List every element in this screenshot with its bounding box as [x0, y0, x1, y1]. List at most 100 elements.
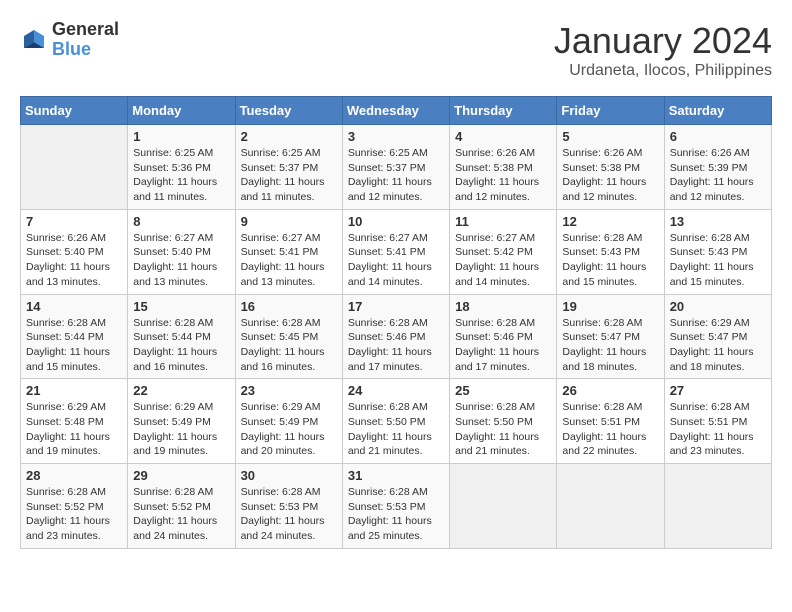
logo-icon	[20, 26, 48, 54]
day-info: Sunrise: 6:25 AMSunset: 5:37 PMDaylight:…	[348, 146, 444, 205]
weekday-header-friday: Friday	[557, 97, 664, 125]
calendar-cell: 20Sunrise: 6:29 AMSunset: 5:47 PMDayligh…	[664, 294, 771, 379]
day-number: 17	[348, 299, 444, 314]
weekday-header-row: SundayMondayTuesdayWednesdayThursdayFrid…	[21, 97, 772, 125]
calendar-cell: 9 Sunrise: 6:27 AMSunset: 5:41 PMDaylight…	[235, 209, 342, 294]
page-header: General Blue January 2024 Urdaneta, Iloc…	[20, 20, 772, 80]
calendar-cell: 28 Sunrise: 6:28 AMSunset: 5:52 PMDayligh…	[21, 464, 128, 549]
day-info: Sunrise: 6:28 AMSunset: 5:44 PMDaylight:…	[26, 316, 122, 375]
day-number: 11	[455, 214, 551, 229]
day-number: 6	[670, 129, 766, 144]
month-title: January 2024	[554, 20, 772, 62]
day-info: Sunrise: 6:28 AMSunset: 5:50 PMDaylight:…	[348, 400, 444, 459]
logo-text: General Blue	[52, 20, 119, 60]
calendar-cell: 7 Sunrise: 6:26 AMSunset: 5:40 PMDaylight…	[21, 209, 128, 294]
calendar-cell: 11 Sunrise: 6:27 AMSunset: 5:42 PMDayligh…	[450, 209, 557, 294]
calendar-week-1: 1 Sunrise: 6:25 AMSunset: 5:36 PMDaylight…	[21, 125, 772, 210]
calendar-week-4: 21 Sunrise: 6:29 AMSunset: 5:48 PMDayligh…	[21, 379, 772, 464]
day-info: Sunrise: 6:26 AMSunset: 5:39 PMDaylight:…	[670, 146, 766, 205]
day-info: Sunrise: 6:28 AMSunset: 5:51 PMDaylight:…	[670, 400, 766, 459]
day-info: Sunrise: 6:27 AMSunset: 5:41 PMDaylight:…	[348, 231, 444, 290]
day-info: Sunrise: 6:29 AMSunset: 5:48 PMDaylight:…	[26, 400, 122, 459]
day-number: 3	[348, 129, 444, 144]
calendar-cell: 23Sunrise: 6:29 AMSunset: 5:49 PMDayligh…	[235, 379, 342, 464]
weekday-header-tuesday: Tuesday	[235, 97, 342, 125]
day-info: Sunrise: 6:29 AMSunset: 5:49 PMDaylight:…	[241, 400, 337, 459]
logo-general: General	[52, 20, 119, 40]
calendar-cell: 15 Sunrise: 6:28 AMSunset: 5:44 PMDayligh…	[128, 294, 235, 379]
day-info: Sunrise: 6:28 AMSunset: 5:43 PMDaylight:…	[670, 231, 766, 290]
weekday-header-wednesday: Wednesday	[342, 97, 449, 125]
calendar-cell: 26 Sunrise: 6:28 AMSunset: 5:51 PMDayligh…	[557, 379, 664, 464]
day-info: Sunrise: 6:28 AMSunset: 5:46 PMDaylight:…	[348, 316, 444, 375]
day-info: Sunrise: 6:27 AMSunset: 5:40 PMDaylight:…	[133, 231, 229, 290]
calendar-cell: 4Sunrise: 6:26 AMSunset: 5:38 PMDaylight…	[450, 125, 557, 210]
day-number: 22	[133, 383, 229, 398]
calendar-cell: 2 Sunrise: 6:25 AMSunset: 5:37 PMDaylight…	[235, 125, 342, 210]
calendar-week-3: 14Sunrise: 6:28 AMSunset: 5:44 PMDayligh…	[21, 294, 772, 379]
day-info: Sunrise: 6:29 AMSunset: 5:49 PMDaylight:…	[133, 400, 229, 459]
day-info: Sunrise: 6:28 AMSunset: 5:53 PMDaylight:…	[348, 485, 444, 544]
day-number: 21	[26, 383, 122, 398]
day-number: 30	[241, 468, 337, 483]
day-info: Sunrise: 6:28 AMSunset: 5:52 PMDaylight:…	[133, 485, 229, 544]
calendar-cell	[21, 125, 128, 210]
day-number: 10	[348, 214, 444, 229]
weekday-header-monday: Monday	[128, 97, 235, 125]
calendar-cell: 24Sunrise: 6:28 AMSunset: 5:50 PMDayligh…	[342, 379, 449, 464]
weekday-header-sunday: Sunday	[21, 97, 128, 125]
day-info: Sunrise: 6:28 AMSunset: 5:44 PMDaylight:…	[133, 316, 229, 375]
calendar-cell: 19Sunrise: 6:28 AMSunset: 5:47 PMDayligh…	[557, 294, 664, 379]
day-number: 27	[670, 383, 766, 398]
calendar-cell: 13 Sunrise: 6:28 AMSunset: 5:43 PMDayligh…	[664, 209, 771, 294]
day-info: Sunrise: 6:28 AMSunset: 5:46 PMDaylight:…	[455, 316, 551, 375]
day-number: 13	[670, 214, 766, 229]
day-number: 26	[562, 383, 658, 398]
day-info: Sunrise: 6:28 AMSunset: 5:45 PMDaylight:…	[241, 316, 337, 375]
calendar-cell	[664, 464, 771, 549]
day-number: 4	[455, 129, 551, 144]
weekday-header-saturday: Saturday	[664, 97, 771, 125]
calendar-cell	[557, 464, 664, 549]
location-subtitle: Urdaneta, Ilocos, Philippines	[554, 62, 772, 80]
day-number: 2	[241, 129, 337, 144]
day-info: Sunrise: 6:27 AMSunset: 5:42 PMDaylight:…	[455, 231, 551, 290]
calendar-cell: 3 Sunrise: 6:25 AMSunset: 5:37 PMDaylight…	[342, 125, 449, 210]
day-info: Sunrise: 6:28 AMSunset: 5:53 PMDaylight:…	[241, 485, 337, 544]
day-number: 7	[26, 214, 122, 229]
day-number: 1	[133, 129, 229, 144]
calendar-cell: 6 Sunrise: 6:26 AMSunset: 5:39 PMDaylight…	[664, 125, 771, 210]
calendar-cell: 5Sunrise: 6:26 AMSunset: 5:38 PMDaylight…	[557, 125, 664, 210]
day-number: 20	[670, 299, 766, 314]
calendar-cell: 21 Sunrise: 6:29 AMSunset: 5:48 PMDayligh…	[21, 379, 128, 464]
day-info: Sunrise: 6:28 AMSunset: 5:50 PMDaylight:…	[455, 400, 551, 459]
calendar-cell: 25 Sunrise: 6:28 AMSunset: 5:50 PMDayligh…	[450, 379, 557, 464]
calendar-week-2: 7 Sunrise: 6:26 AMSunset: 5:40 PMDaylight…	[21, 209, 772, 294]
calendar-cell: 29 Sunrise: 6:28 AMSunset: 5:52 PMDayligh…	[128, 464, 235, 549]
day-info: Sunrise: 6:28 AMSunset: 5:52 PMDaylight:…	[26, 485, 122, 544]
calendar-cell: 18Sunrise: 6:28 AMSunset: 5:46 PMDayligh…	[450, 294, 557, 379]
day-info: Sunrise: 6:28 AMSunset: 5:43 PMDaylight:…	[562, 231, 658, 290]
day-number: 29	[133, 468, 229, 483]
calendar-cell: 16 Sunrise: 6:28 AMSunset: 5:45 PMDayligh…	[235, 294, 342, 379]
day-number: 28	[26, 468, 122, 483]
logo-blue: Blue	[52, 40, 119, 60]
day-info: Sunrise: 6:28 AMSunset: 5:51 PMDaylight:…	[562, 400, 658, 459]
logo: General Blue	[20, 20, 119, 60]
day-number: 15	[133, 299, 229, 314]
calendar-cell: 8 Sunrise: 6:27 AMSunset: 5:40 PMDaylight…	[128, 209, 235, 294]
day-number: 12	[562, 214, 658, 229]
calendar-cell: 12 Sunrise: 6:28 AMSunset: 5:43 PMDayligh…	[557, 209, 664, 294]
day-info: Sunrise: 6:25 AMSunset: 5:36 PMDaylight:…	[133, 146, 229, 205]
day-number: 25	[455, 383, 551, 398]
day-info: Sunrise: 6:25 AMSunset: 5:37 PMDaylight:…	[241, 146, 337, 205]
day-info: Sunrise: 6:26 AMSunset: 5:40 PMDaylight:…	[26, 231, 122, 290]
day-number: 16	[241, 299, 337, 314]
day-number: 19	[562, 299, 658, 314]
title-block: January 2024 Urdaneta, Ilocos, Philippin…	[554, 20, 772, 80]
calendar-cell: 10 Sunrise: 6:27 AMSunset: 5:41 PMDayligh…	[342, 209, 449, 294]
calendar-table: SundayMondayTuesdayWednesdayThursdayFrid…	[20, 96, 772, 549]
day-info: Sunrise: 6:27 AMSunset: 5:41 PMDaylight:…	[241, 231, 337, 290]
day-number: 8	[133, 214, 229, 229]
day-number: 9	[241, 214, 337, 229]
